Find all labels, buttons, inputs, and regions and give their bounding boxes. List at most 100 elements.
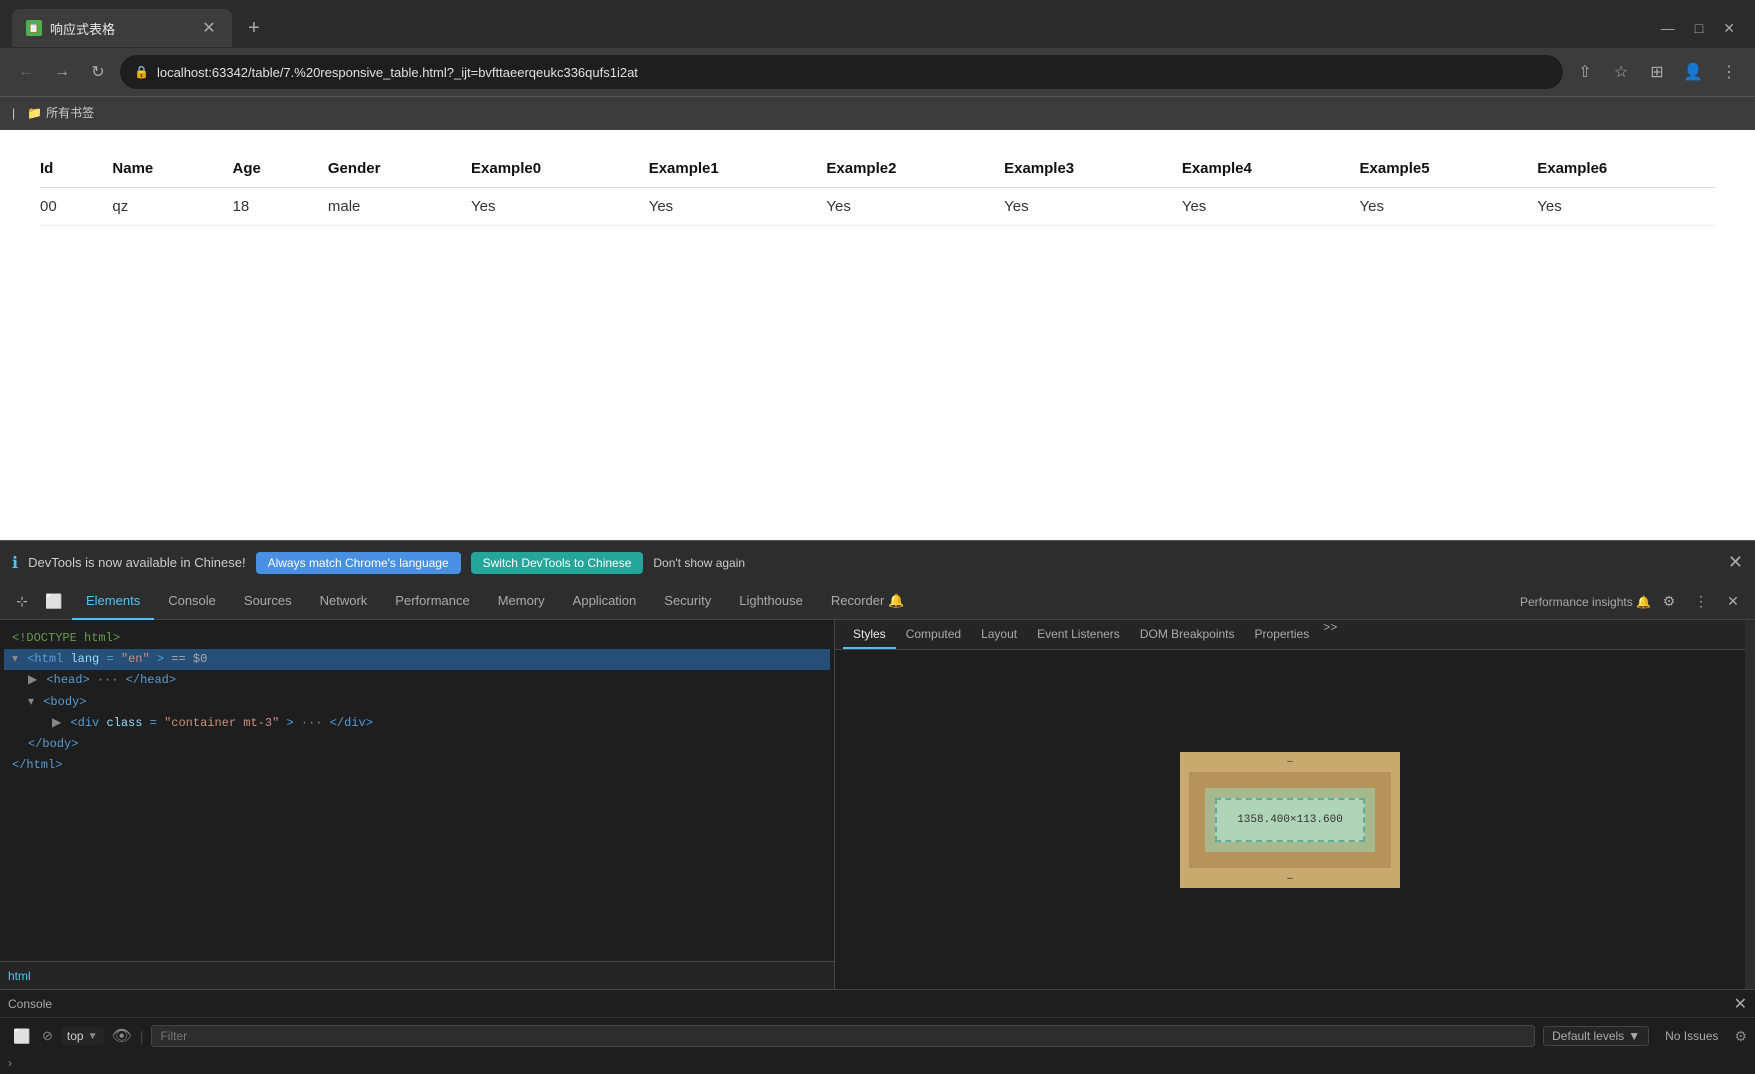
devtools-close-icon[interactable]: ✕ <box>1719 588 1747 616</box>
bookmarks-folder[interactable]: 📁 所有书签 <box>27 104 94 121</box>
div-equals: = <box>150 716 157 730</box>
devtools-tab-sources[interactable]: Sources <box>230 584 306 620</box>
dom-line-body-close[interactable]: </body> <box>4 734 830 755</box>
dont-show-again-button[interactable]: Don't show again <box>653 556 745 570</box>
html-attr-lang: lang <box>70 652 99 666</box>
new-tab-button[interactable]: + <box>240 14 268 42</box>
table-cell: 18 <box>232 188 327 226</box>
dom-line-doctype[interactable]: <!DOCTYPE html> <box>4 628 830 649</box>
back-button[interactable]: ← <box>12 58 40 86</box>
tab-title: 响应式表格 <box>50 19 192 38</box>
console-levels-label: Default levels <box>1552 1029 1624 1043</box>
styles-scrollbar[interactable] <box>1745 620 1755 989</box>
expand-icon-head: ▶ <box>28 673 37 687</box>
console-gear-icon[interactable]: ⚙ <box>1734 1028 1747 1045</box>
device-toggle-icon[interactable]: ⬜ <box>40 588 68 616</box>
html-lang-val: "en" <box>121 652 150 666</box>
dom-line-body-open[interactable]: ▾ <body> <box>4 692 830 713</box>
dom-line-html[interactable]: ▾ <html lang = "en" > == $0 <box>4 649 830 670</box>
styles-tab-computed[interactable]: Computed <box>896 620 971 649</box>
performance-insights[interactable]: Performance insights 🔔 <box>1520 588 1651 616</box>
nav-bar: ← → ↻ 🔒 localhost:63342/table/7.%20respo… <box>0 48 1755 96</box>
breadcrumb-html[interactable]: html <box>8 969 31 983</box>
extensions-icon[interactable]: ⊞ <box>1643 58 1671 86</box>
devtools-tab-lighthouse[interactable]: Lighthouse <box>725 584 817 620</box>
dom-panel: <!DOCTYPE html> ▾ <html lang = "en" > ==… <box>0 620 835 989</box>
devtools-body: <!DOCTYPE html> ▾ <html lang = "en" > ==… <box>0 620 1755 989</box>
devtools-more-icon[interactable]: ⋮ <box>1687 588 1715 616</box>
devtools-tab-application[interactable]: Application <box>559 584 651 620</box>
div-close: </div> <box>330 716 373 730</box>
table-header-cell: Example3 <box>1004 150 1182 188</box>
doctype-text: <!DOCTYPE html> <box>12 631 120 645</box>
devtools-tab-security[interactable]: Security <box>650 584 725 620</box>
expand-icon-div: ▶ <box>52 716 61 730</box>
info-icon: ℹ <box>12 553 18 573</box>
table-cell: Yes <box>1360 188 1538 226</box>
devtools-tab-recorder-🔔[interactable]: Recorder 🔔 <box>817 584 918 620</box>
share-icon[interactable]: ⇧ <box>1571 58 1599 86</box>
table-header-cell: Name <box>112 150 232 188</box>
console-issues-label: No Issues <box>1657 1027 1726 1045</box>
refresh-button[interactable]: ↻ <box>84 58 112 86</box>
devtools-panel: ⊹ ⬜ ElementsConsoleSourcesNetworkPerform… <box>0 584 1755 1074</box>
console-close-button[interactable]: ✕ <box>1734 994 1747 1014</box>
notification-close-button[interactable]: ✕ <box>1728 552 1743 573</box>
devtools-settings-icon[interactable]: ⚙ <box>1655 588 1683 616</box>
table-header-cell: Example0 <box>471 150 649 188</box>
dom-line-head[interactable]: ▶ <head> ··· </head> <box>4 670 830 691</box>
devtools-tab-elements[interactable]: Elements <box>72 584 154 620</box>
profile-icon[interactable]: 👤 <box>1679 58 1707 86</box>
table-header-cell: Gender <box>328 150 471 188</box>
tab-close-button[interactable]: ✕ <box>200 19 218 37</box>
devtools-tab-network[interactable]: Network <box>306 584 382 620</box>
styles-tab-more[interactable]: >> <box>1323 620 1337 649</box>
console-input-row: ⬜ ⊘ top ▼ 👁 | Default levels ▼ No Issues… <box>0 1018 1755 1054</box>
bookmark-icon[interactable]: ☆ <box>1607 58 1635 86</box>
console-clear-icon[interactable]: ⊘ <box>42 1028 53 1044</box>
table-header-cell: Example6 <box>1537 150 1715 188</box>
bookmarks-label: 所有书签 <box>46 104 94 121</box>
menu-icon[interactable]: ⋮ <box>1715 58 1743 86</box>
devtools-notification: ℹ DevTools is now available in Chinese! … <box>0 540 1755 584</box>
table-header-row: IdNameAgeGenderExample0Example1Example2E… <box>40 150 1715 188</box>
console-eye-icon[interactable]: 👁 <box>112 1026 132 1046</box>
console-sidebar-toggle[interactable]: ⬜ <box>8 1022 36 1050</box>
window-close-icon[interactable]: ✕ <box>1723 20 1735 37</box>
styles-panel: Styles Computed Layout Event Listeners D… <box>835 620 1745 989</box>
match-language-button[interactable]: Always match Chrome's language <box>256 552 461 574</box>
dom-line-div[interactable]: ▶ <div class = "container mt-3" > ··· </… <box>4 713 830 734</box>
dom-line-html-close[interactable]: </html> <box>4 755 830 776</box>
bookmarks-bar: | 📁 所有书签 <box>0 96 1755 128</box>
console-filter-input[interactable] <box>151 1025 1535 1047</box>
selected-marker: == $0 <box>171 652 207 666</box>
console-top-arrow: ▼ <box>88 1031 98 1042</box>
devtools-tab-performance[interactable]: Performance <box>381 584 483 620</box>
styles-tab-event-listeners[interactable]: Event Listeners <box>1027 620 1130 649</box>
box-content-size: 1358.400×113.600 <box>1237 814 1343 826</box>
window-minimize-icon[interactable]: — <box>1661 20 1675 37</box>
active-tab[interactable]: 📋 响应式表格 ✕ <box>12 9 232 47</box>
styles-tab-dom-breakpoints[interactable]: DOM Breakpoints <box>1130 620 1245 649</box>
head-tag: <head> <box>46 673 89 687</box>
inspect-element-icon[interactable]: ⊹ <box>8 588 36 616</box>
styles-tab-layout[interactable]: Layout <box>971 620 1027 649</box>
address-url: localhost:63342/table/7.%20responsive_ta… <box>157 65 1549 80</box>
window-restore-icon[interactable]: □ <box>1695 20 1703 37</box>
body-tag: <body> <box>43 695 86 709</box>
breadcrumb-bar: html <box>0 961 834 989</box>
address-bar[interactable]: 🔒 localhost:63342/table/7.%20responsive_… <box>120 55 1563 89</box>
devtools-tab-console[interactable]: Console <box>154 584 230 620</box>
console-levels-dropdown[interactable]: Default levels ▼ <box>1543 1026 1649 1046</box>
dom-content[interactable]: <!DOCTYPE html> ▾ <html lang = "en" > ==… <box>0 620 834 961</box>
console-context-selector[interactable]: top ▼ <box>61 1027 104 1045</box>
styles-tab-styles[interactable]: Styles <box>843 620 896 649</box>
switch-chinese-button[interactable]: Switch DevTools to Chinese <box>471 552 644 574</box>
window-controls: — □ ✕ <box>1661 20 1743 37</box>
styles-tab-properties[interactable]: Properties <box>1245 620 1320 649</box>
forward-button[interactable]: → <box>48 58 76 86</box>
devtools-left-icons: ⊹ ⬜ <box>8 588 68 616</box>
head-close: </head> <box>126 673 176 687</box>
devtools-tab-memory[interactable]: Memory <box>484 584 559 620</box>
html-tag-open: <html <box>27 652 70 666</box>
